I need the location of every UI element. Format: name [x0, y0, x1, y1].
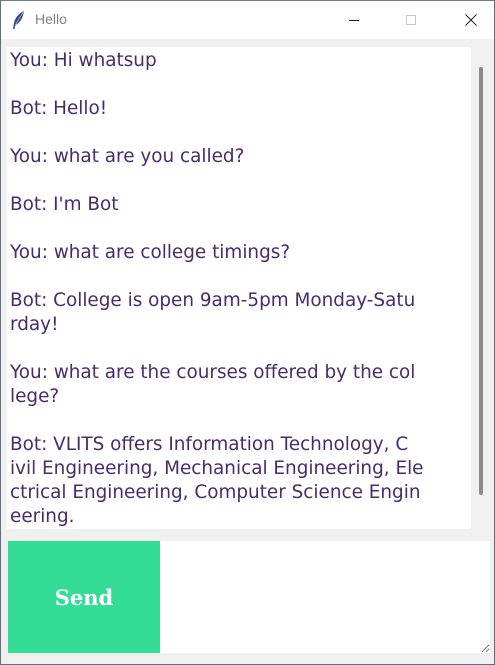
chat-log-area[interactable]: You: Hi whatsup Bot: Hello! You: what ar…	[7, 47, 471, 529]
chat-message-line: ctrical Engineering, Computer Science En…	[10, 482, 421, 503]
chat-message-line: ivil Engineering, Mechanical Engineering…	[10, 458, 424, 479]
maximize-button[interactable]	[388, 1, 434, 39]
chat-message-line: You: Hi whatsup	[10, 50, 157, 71]
minimize-icon	[349, 20, 359, 21]
close-icon	[465, 14, 477, 26]
chat-message-line: Bot: College is open 9am-5pm Monday-Satu	[10, 290, 416, 311]
chat-message-line: rday!	[10, 314, 59, 335]
chat-scrollbar[interactable]	[479, 67, 483, 495]
app-window: Hello You: Hi whatsup Bot: Hello! You: w…	[0, 0, 495, 665]
chat-log: You: Hi whatsup Bot: Hello! You: what ar…	[10, 49, 471, 529]
chat-message-line: Bot: Hello!	[10, 98, 108, 119]
chat-message-line: lege?	[10, 386, 60, 407]
chat-message-line: You: what are college timings?	[10, 242, 291, 263]
window-title: Hello	[35, 11, 67, 27]
chat-message-line: Bot: I'm Bot	[10, 194, 119, 215]
chat-message-line: You: what are the courses offered by the…	[10, 362, 416, 383]
chat-message-line: eering.	[10, 506, 75, 527]
maximize-icon	[406, 15, 416, 25]
feather-icon	[11, 10, 27, 30]
close-button[interactable]	[448, 1, 494, 39]
send-button[interactable]: Send	[8, 541, 160, 653]
chat-message-line: Bot: VLITS offers Information Technology…	[10, 434, 409, 455]
chat-message-line: You: what are you called?	[10, 146, 245, 167]
minimize-button[interactable]	[331, 1, 377, 39]
title-bar[interactable]: Hello	[1, 1, 494, 39]
message-entry-box[interactable]	[160, 541, 490, 653]
